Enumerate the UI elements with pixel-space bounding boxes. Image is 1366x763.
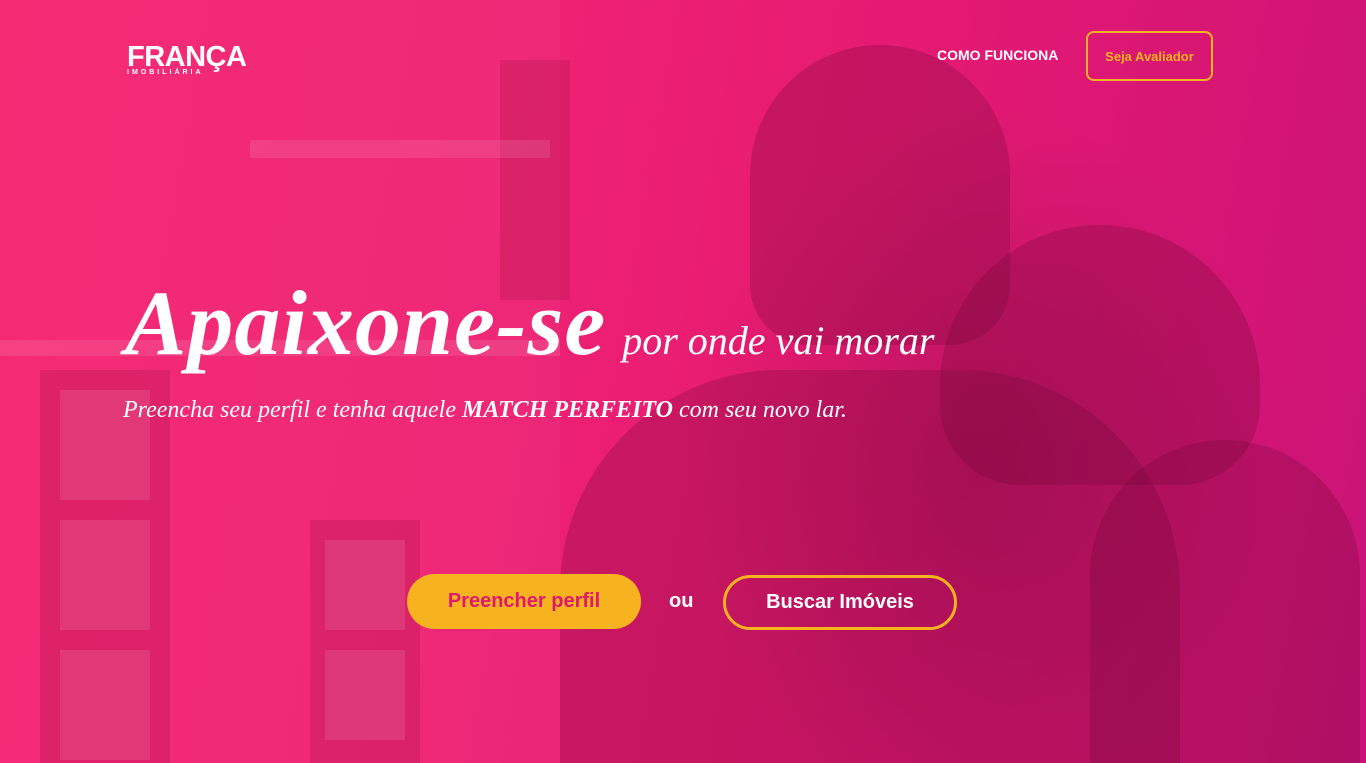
hero-headline: Apaixone-se por onde vai morar <box>125 270 934 376</box>
hero-subtitle: Preencha seu perfil e tenha aquele MATCH… <box>123 397 847 424</box>
subtitle-emphasis: MATCH PERFEITO <box>462 397 673 423</box>
logo-wordmark: FRANÇA <box>127 41 247 73</box>
headline-rest: por onde vai morar <box>622 318 935 363</box>
hero-background-image <box>0 0 1366 763</box>
be-evaluator-button[interactable]: Seja Avaliador <box>1086 31 1213 81</box>
search-properties-button[interactable]: Buscar Imóveis <box>723 575 957 630</box>
headline-main: Apaixone-se <box>125 272 607 374</box>
cta-separator: ou <box>669 590 694 612</box>
nav-link-how-it-works[interactable]: COMO FUNCIONA <box>937 47 1058 63</box>
brand-logo[interactable]: FRANÇA IMOBILIÁRIA <box>127 41 247 77</box>
fill-profile-button[interactable]: Preencher perfil <box>407 574 641 629</box>
subtitle-after: com seu novo lar. <box>678 397 847 423</box>
subtitle-before: Preencha seu perfil e tenha aquele <box>123 397 456 423</box>
